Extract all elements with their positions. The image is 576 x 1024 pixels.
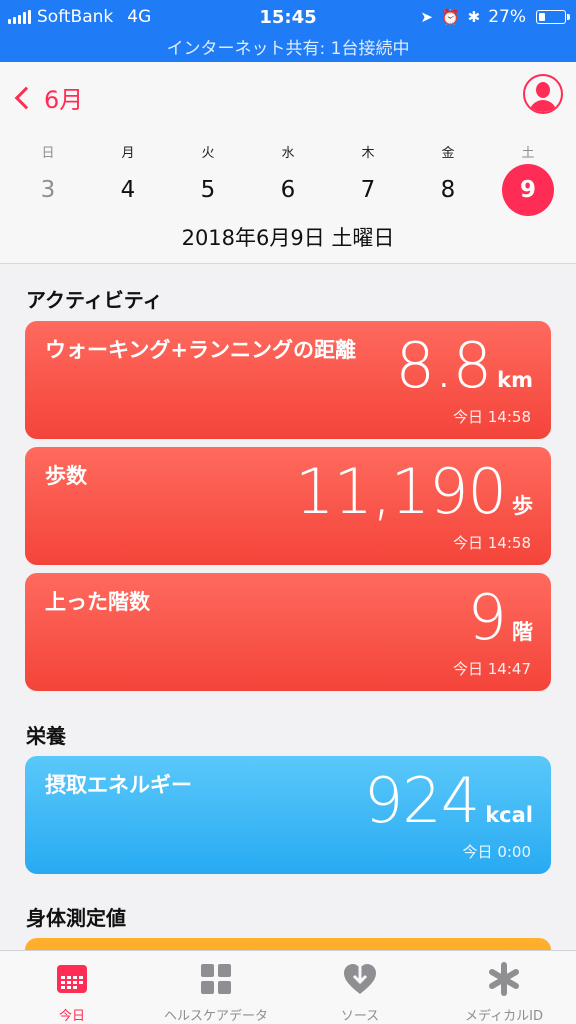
card-value-number: 8.8 (395, 329, 493, 402)
card-timestamp: 今日 14:58 (453, 534, 531, 552)
card-label: 摂取エネルギー (45, 773, 192, 797)
card-value-number: 9 (467, 581, 507, 654)
card-timestamp: 今日 14:58 (453, 408, 531, 426)
card-value: 924 kcal (364, 764, 533, 837)
weekday-tue: 火 (201, 146, 215, 161)
card-value: 8.8 km (396, 329, 533, 402)
asterisk-icon (489, 962, 519, 996)
tab-health-data[interactable]: ヘルスケアデータ (144, 951, 288, 1024)
profile-icon-body (529, 100, 557, 112)
day-button[interactable]: 4 (102, 164, 154, 216)
card-value-unit: 歩 (512, 494, 533, 518)
card-label: ウォーキング+ランニングの距離 (45, 338, 356, 362)
day-button[interactable]: 3 (22, 164, 74, 216)
card-label: 上った階数 (45, 590, 150, 614)
bluetooth-icon: ✱ (467, 8, 481, 26)
section-title-nutrition: 栄養 (26, 724, 66, 748)
section-title-body: 身体測定値 (26, 906, 126, 930)
distance-card[interactable]: ウォーキング+ランニングの距離 8.8 km 今日 14:58 (25, 321, 551, 439)
back-month-button[interactable]: 6月 (12, 80, 83, 115)
weekday-mon: 月 (121, 146, 135, 161)
day-button[interactable]: 6 (262, 164, 314, 216)
day-button[interactable]: 7 (342, 164, 394, 216)
day-button[interactable]: 5 (182, 164, 234, 216)
tab-label: 今日 (58, 1009, 85, 1024)
battery-icon (536, 10, 570, 24)
card-value-unit: km (497, 368, 533, 392)
profile-button[interactable] (523, 74, 563, 114)
weekday-sat: 土 (521, 146, 535, 161)
weekday-sun: 日 (41, 146, 55, 161)
card-value: 11,190 歩 (295, 455, 533, 528)
card-value: 9 階 (468, 581, 533, 654)
card-timestamp: 今日 14:47 (453, 660, 531, 678)
tab-medical-id[interactable]: メディカルID (432, 951, 576, 1024)
tab-sources[interactable]: ソース (288, 951, 432, 1024)
card-timestamp: 今日 0:00 (462, 843, 531, 861)
chevron-left-icon (14, 86, 38, 109)
heart-download-icon (344, 964, 376, 994)
back-month-label: 6月 (44, 86, 84, 114)
weekday-wed: 水 (281, 146, 295, 161)
full-date: 2018年6月9日 土曜日 (181, 226, 395, 250)
day-button[interactable]: 8 (422, 164, 474, 216)
card-value-number: 11,190 (295, 455, 507, 528)
dashboard-content[interactable]: アクティビティ ウォーキング+ランニングの距離 8.8 km 今日 14:58 … (0, 264, 576, 950)
tab-label: ヘルスケアデータ (163, 1009, 268, 1024)
hotspot-banner[interactable]: インターネット共有: 1台接続中 (0, 34, 576, 59)
card-value-unit: 階 (512, 620, 533, 644)
tab-label: メディカルID (465, 1009, 543, 1024)
tab-today[interactable]: 今日 (0, 951, 144, 1024)
battery-percent: 27% (488, 7, 526, 27)
card-value-unit: kcal (485, 803, 533, 827)
body-measurement-card[interactable] (25, 938, 551, 950)
weekday-fri: 金 (441, 146, 455, 161)
grid-icon (201, 964, 231, 994)
card-value-number: 924 (363, 764, 480, 837)
location-icon: ➤ (420, 8, 433, 26)
tab-bar: 今日 ヘルスケアデータ ソース メディカルID (0, 950, 576, 1024)
steps-card[interactable]: 歩数 11,190 歩 今日 14:58 (25, 447, 551, 565)
section-title-activity: アクティビティ (26, 288, 163, 312)
energy-card[interactable]: 摂取エネルギー 924 kcal 今日 0:00 (25, 756, 551, 874)
calendar-header: 6月 日 月 火 水 木 金 土 3 4 5 6 7 8 9 2018年6月9日… (0, 62, 576, 264)
status-bar[interactable]: SoftBank 4G 15:45 ➤ ⏰ ✱ 27% インターネット共有: 1… (0, 0, 576, 62)
tab-label: ソース (340, 1009, 380, 1024)
selected-day-button[interactable]: 9 (502, 164, 554, 216)
status-right: ➤ ⏰ ✱ 27% (420, 5, 570, 29)
profile-icon-head (536, 82, 550, 98)
battery-fill (539, 13, 545, 21)
floors-card[interactable]: 上った階数 9 階 今日 14:47 (25, 573, 551, 691)
calendar-icon (57, 965, 87, 993)
weekday-thu: 木 (361, 146, 375, 161)
alarm-icon: ⏰ (440, 8, 460, 26)
health-app-screen: SoftBank 4G 15:45 ➤ ⏰ ✱ 27% インターネット共有: 1… (0, 0, 576, 1024)
